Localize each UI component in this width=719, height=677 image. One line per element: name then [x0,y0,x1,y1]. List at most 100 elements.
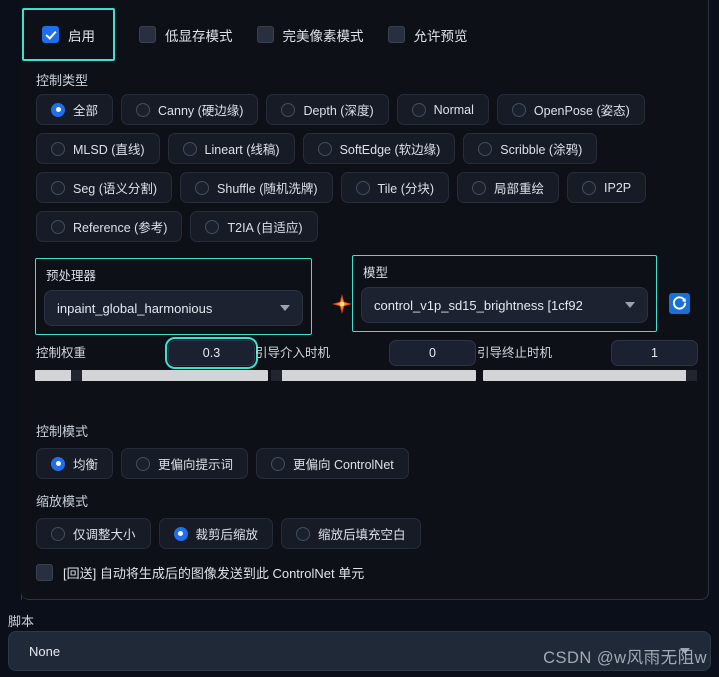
radio-icon[interactable] [51,141,65,156]
resize-mode-resize-and-fill[interactable]: 缩放后填充空白 [281,518,421,549]
radio-icon[interactable] [51,180,65,195]
control-type-tile-label: Tile (分块) [377,182,435,196]
slider-handle[interactable] [271,370,282,381]
guidance-end-input[interactable]: 1 [611,340,698,366]
control-type-scribble-label: Scribble (涂鸦) [500,143,583,157]
radio-icon[interactable] [411,102,426,117]
control-type-shuffle-label: Shuffle (随机洗牌) [217,182,318,196]
control-mode-controlnet-label: 更偏向 ControlNet [293,458,394,472]
radio-icon[interactable] [195,180,210,195]
radio-icon[interactable] [271,456,286,471]
control-mode-balanced[interactable]: 均衡 [36,448,114,479]
control-type-canny[interactable]: Canny (硬边缘) [121,94,259,125]
checkbox-pixel-perfect[interactable]: 完美像素模式 [245,8,376,61]
control-type-row-1: 全部 Canny (硬边缘) Depth (深度) Normal OpenPos… [36,94,646,125]
refresh-models-button[interactable] [669,293,690,314]
control-type-ip2p-label: IP2P [604,180,632,195]
control-type-inpaint[interactable]: 局部重绘 [457,172,560,203]
control-type-canny-label: Canny (硬边缘) [158,104,244,118]
control-type-reference-label: Reference (参考) [73,221,168,235]
controlnet-panel-root: 启用 低显存模式 完美像素模式 允许预览 控制类型 全部 Canny (硬边缘) [0,0,719,677]
control-type-row-4: Reference (参考) T2IA (自适应) [36,211,646,242]
control-mode-section-label: 控制模式 [36,424,89,439]
checkbox-enable[interactable]: 启用 [22,8,115,61]
guidance-start-input[interactable]: 0 [389,340,476,366]
radio-icon[interactable] [51,102,65,117]
radio-icon[interactable] [136,102,151,117]
preprocessor-dropdown[interactable]: inpaint_global_harmonious [44,290,303,326]
guidance-start-value: 0 [429,346,436,360]
model-dropdown[interactable]: control_v1p_sd15_brightness [1cf92 [361,287,648,323]
checkbox-pixel-perfect-box[interactable] [256,26,274,43]
control-type-softedge[interactable]: SoftEdge (软边缘) [302,133,456,164]
radio-icon[interactable] [582,180,597,195]
radio-icon[interactable] [355,180,370,195]
radio-icon[interactable] [182,141,197,156]
resize-mode-crop-and-resize-label: 裁剪后缩放 [195,528,259,542]
control-weight-slider[interactable] [35,370,268,381]
preprocessor-block: 预处理器 inpaint_global_harmonious [35,258,312,335]
guidance-start-label: 引导介入时机 [255,346,331,360]
resize-mode-group: 仅调整大小 裁剪后缩放 缩放后填充空白 [36,518,421,557]
control-type-seg[interactable]: Seg (语义分割) [36,172,173,203]
guidance-end-value: 1 [651,346,658,360]
radio-icon[interactable] [51,526,65,541]
checkbox-low-vram-box[interactable] [139,26,156,43]
control-type-scribble[interactable]: Scribble (涂鸦) [463,133,598,164]
script-dropdown[interactable]: None [8,631,711,671]
radio-icon[interactable] [478,141,493,156]
control-type-row-3: Seg (语义分割) Shuffle (随机洗牌) Tile (分块) 局部重绘… [36,172,647,203]
sparkle-star-icon[interactable] [332,294,352,314]
radio-icon[interactable] [511,102,526,117]
radio-icon[interactable] [173,526,188,541]
refresh-icon [672,296,687,310]
checkbox-send-to-unit[interactable]: [回送] 自动将生成后的图像发送到此 ControlNet 单元 [36,563,364,582]
checkbox-allow-preview-box[interactable] [387,26,405,43]
slider-handle[interactable] [686,370,697,381]
checkbox-send-to-unit-box[interactable] [36,564,53,581]
guidance-end-label: 引导终止时机 [477,346,553,360]
control-type-all[interactable]: 全部 [36,94,114,125]
resize-mode-resize-and-fill-label: 缩放后填充空白 [318,528,406,542]
radio-icon[interactable] [51,456,65,471]
control-type-all-label: 全部 [73,104,99,118]
control-type-t2ia[interactable]: T2IA (自适应) [190,211,318,242]
control-type-shuffle[interactable]: Shuffle (随机洗牌) [180,172,333,203]
radio-icon[interactable] [281,102,296,117]
control-mode-controlnet[interactable]: 更偏向 ControlNet [256,448,409,479]
control-weight-value: 0.3 [202,346,221,360]
radio-icon[interactable] [472,180,487,195]
control-type-ip2p[interactable]: IP2P [567,172,647,203]
control-type-section-label: 控制类型 [36,73,89,88]
control-weight-label: 控制权重 [36,346,87,360]
radio-icon[interactable] [317,141,332,156]
slider-handle[interactable] [71,370,82,381]
control-weight-input[interactable]: 0.3 [165,337,258,369]
checkbox-allow-preview[interactable]: 允许预览 [376,8,480,61]
radio-icon[interactable] [205,219,220,234]
control-type-inpaint-label: 局部重绘 [494,182,545,196]
radio-icon[interactable] [136,456,151,471]
preprocessor-label: 预处理器 [46,269,97,283]
control-type-lineart[interactable]: Lineart (线稿) [167,133,295,164]
control-type-openpose[interactable]: OpenPose (姿态) [496,94,645,125]
resize-mode-row: 仅调整大小 裁剪后缩放 缩放后填充空白 [36,518,421,549]
checkbox-enable-box[interactable] [42,26,59,43]
guidance-start-slider[interactable] [271,370,476,381]
control-type-reference[interactable]: Reference (参考) [36,211,183,242]
control-type-depth[interactable]: Depth (深度) [266,94,389,125]
control-type-mlsd[interactable]: MLSD (直线) [36,133,160,164]
radio-icon[interactable] [51,219,65,234]
control-type-tile[interactable]: Tile (分块) [340,172,450,203]
control-type-normal[interactable]: Normal [396,94,489,125]
checkbox-low-vram[interactable]: 低显存模式 [127,8,245,61]
control-mode-group: 均衡 更偏向提示词 更偏向 ControlNet [36,448,409,487]
guidance-end-slider[interactable] [483,370,697,381]
radio-icon[interactable] [296,526,311,541]
control-mode-prompt[interactable]: 更偏向提示词 [121,448,249,479]
chevron-down-icon [280,305,290,311]
resize-mode-just-resize[interactable]: 仅调整大小 [36,518,151,549]
script-value: None [29,643,61,659]
resize-mode-crop-and-resize[interactable]: 裁剪后缩放 [158,518,274,549]
control-mode-prompt-label: 更偏向提示词 [158,458,234,472]
